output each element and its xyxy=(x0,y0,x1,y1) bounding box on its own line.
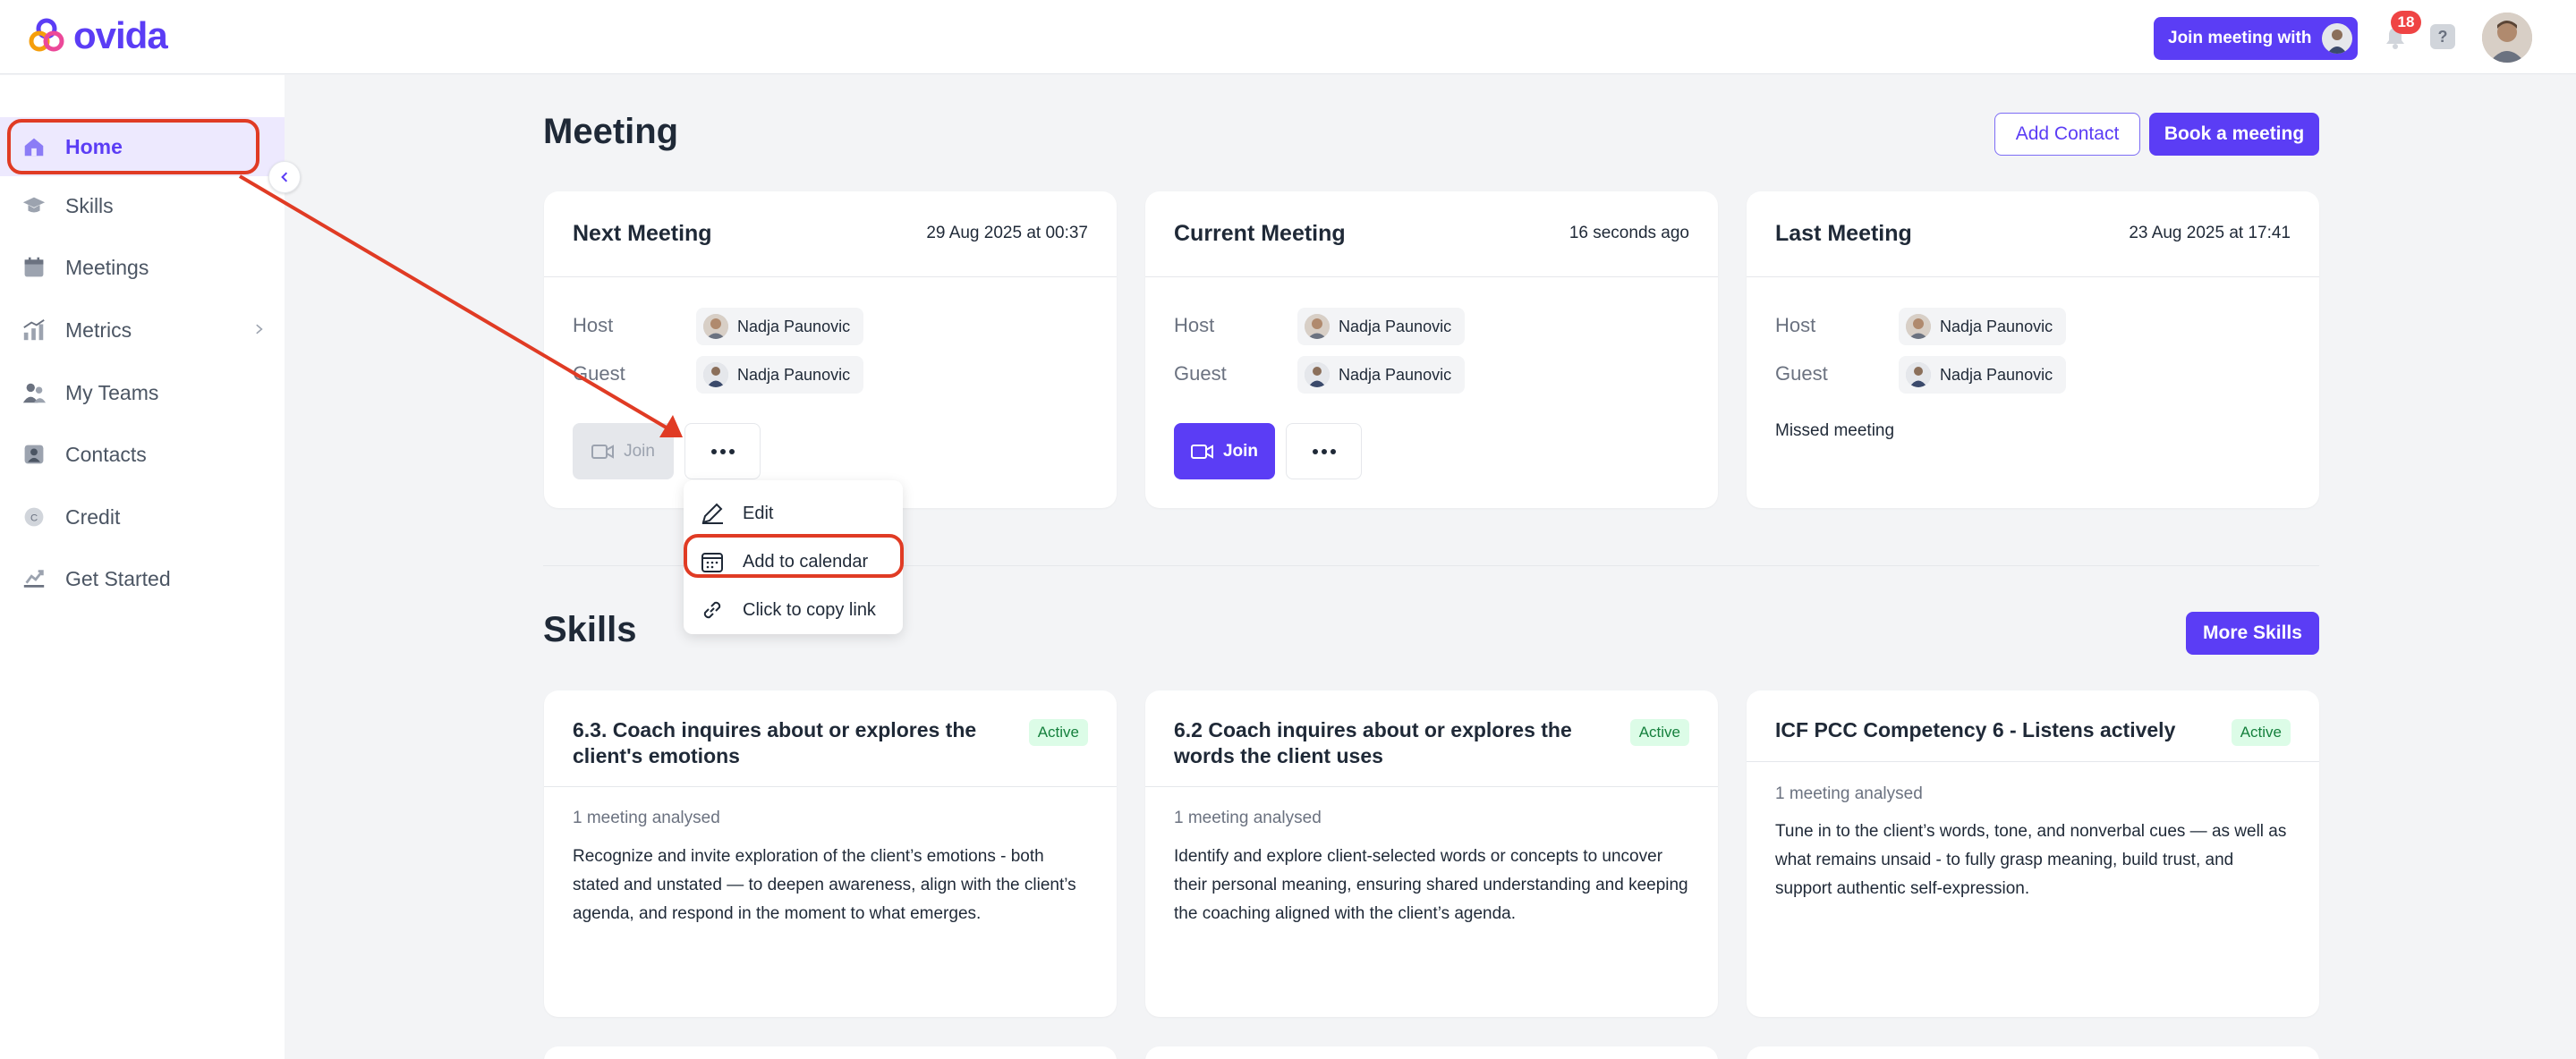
annotation-arrow xyxy=(238,174,683,437)
